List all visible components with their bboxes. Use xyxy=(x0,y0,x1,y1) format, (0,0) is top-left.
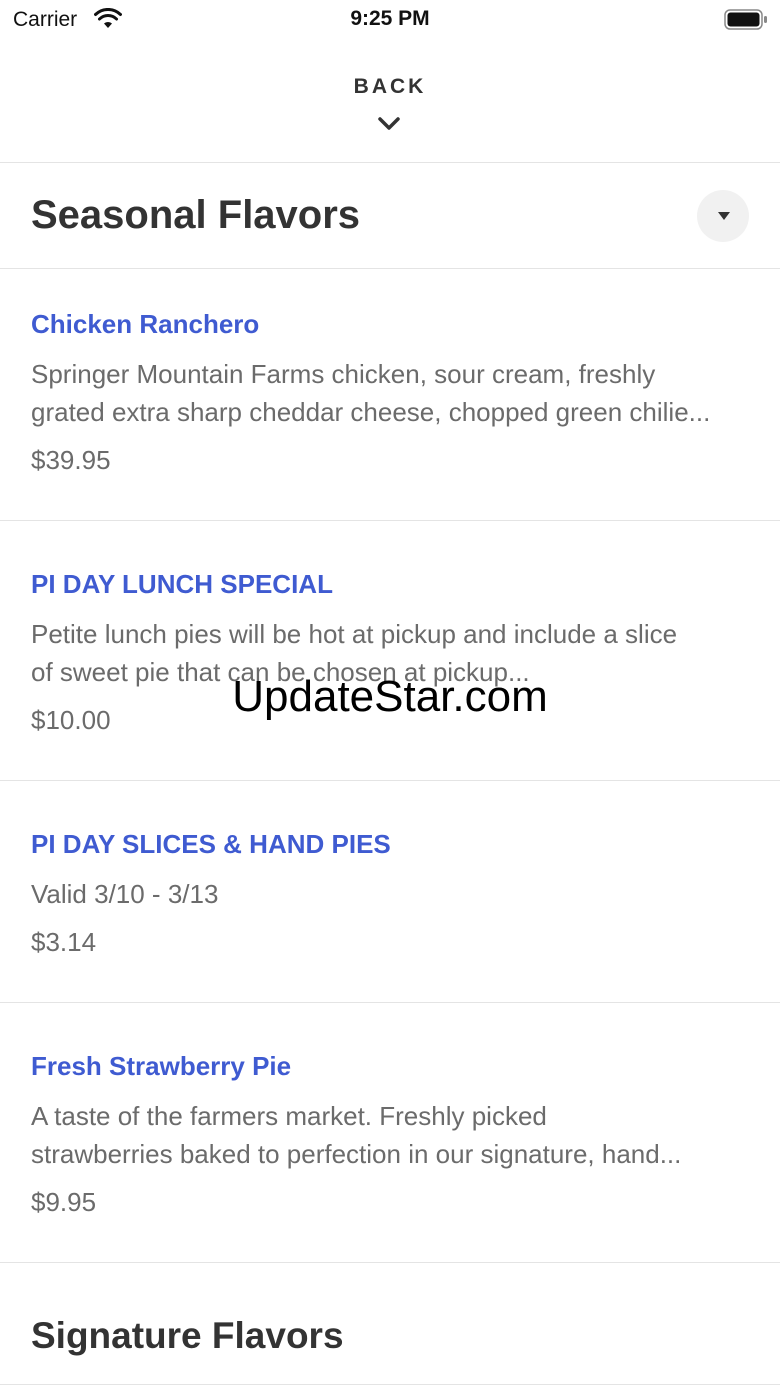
item-description-line: Valid 3/10 - 3/13 xyxy=(31,879,219,909)
watermark: UpdateStar.com xyxy=(232,672,548,721)
status-time: 9:25 PM xyxy=(350,7,430,30)
section-header-signature[interactable]: Signature Flavors xyxy=(0,1263,780,1385)
item-description-line: A taste of the farmers market. Freshly p… xyxy=(31,1101,547,1131)
battery-icon xyxy=(724,9,767,30)
item-description-line: strawberries baked to perfection in our … xyxy=(31,1139,682,1169)
caret-down-icon xyxy=(718,212,730,220)
section-title: Seasonal Flavors xyxy=(31,193,361,237)
item-description-line: grated extra sharp cheddar cheese, chopp… xyxy=(31,397,711,427)
status-bar: Carrier 9:25 PM xyxy=(0,0,780,40)
item-name[interactable]: Fresh Strawberry Pie xyxy=(31,1051,291,1082)
item-description: A taste of the farmers market. Freshly p… xyxy=(31,1097,751,1173)
menu-item[interactable]: PI DAY LUNCH SPECIAL Petite lunch pies w… xyxy=(0,521,780,781)
item-price: $3.14 xyxy=(31,927,97,957)
section-toggle-button[interactable] xyxy=(697,190,749,242)
menu-item[interactable]: Fresh Strawberry Pie A taste of the farm… xyxy=(0,1003,780,1263)
item-name[interactable]: Chicken Ranchero xyxy=(31,309,259,340)
back-bar[interactable]: BACK xyxy=(0,40,780,163)
chevron-down-icon[interactable] xyxy=(377,116,401,132)
item-description-line: Petite lunch pies will be hot at pickup … xyxy=(31,619,678,649)
item-price: $9.95 xyxy=(31,1187,97,1217)
item-price: $39.95 xyxy=(31,445,111,475)
section-header-seasonal[interactable]: Seasonal Flavors xyxy=(0,163,780,269)
item-description: Springer Mountain Farms chicken, sour cr… xyxy=(31,355,751,431)
back-button[interactable]: BACK xyxy=(0,75,780,99)
menu-item[interactable]: PI DAY SLICES & HAND PIES Valid 3/10 - 3… xyxy=(0,781,780,1003)
item-name[interactable]: PI DAY SLICES & HAND PIES xyxy=(31,829,391,860)
section-title: Signature Flavors xyxy=(31,1315,344,1356)
item-description: Valid 3/10 - 3/13 xyxy=(31,875,751,913)
item-name[interactable]: PI DAY LUNCH SPECIAL xyxy=(31,569,333,600)
item-description-line: Springer Mountain Farms chicken, sour cr… xyxy=(31,359,656,389)
menu-item[interactable]: Chicken Ranchero Springer Mountain Farms… xyxy=(0,269,780,521)
